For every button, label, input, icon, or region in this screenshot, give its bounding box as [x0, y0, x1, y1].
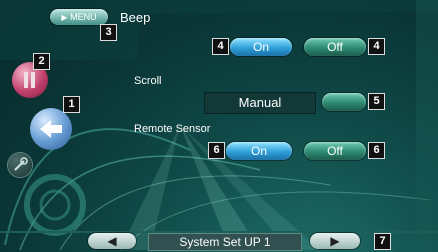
remote-sensor-off-button[interactable]: Off [304, 142, 366, 160]
footer-title-bar: System Set UP 1 [148, 233, 302, 251]
scroll-title: Scroll [134, 75, 162, 87]
callout-1: 1 [63, 96, 80, 113]
remote-sensor-title: Remote Sensor [134, 123, 211, 135]
callout-4-off: 4 [368, 38, 385, 55]
callout-2: 2 [33, 53, 50, 70]
callout-7: 7 [374, 233, 391, 250]
footer-title: System Set UP 1 [179, 235, 271, 249]
return-arrow-icon [40, 120, 62, 138]
scroll-toggle-button[interactable] [322, 93, 366, 111]
callout-3: 3 [100, 24, 117, 41]
callout-6-off: 6 [368, 142, 385, 159]
next-page-button[interactable]: ▶ [310, 233, 360, 249]
system-setup-screen: ▶ MENU 3 2 1 Beep 4 On Off 4 Scroll Manu… [0, 0, 438, 252]
menu-button[interactable]: ▶ MENU [50, 9, 108, 25]
remote-sensor-on-button[interactable]: On [226, 142, 292, 160]
tool-button[interactable] [8, 153, 32, 177]
callout-4-on: 4 [212, 38, 229, 55]
callout-6-on: 6 [208, 142, 225, 159]
beep-on-button[interactable]: On [230, 38, 292, 56]
return-button[interactable] [30, 108, 72, 150]
callout-5: 5 [368, 93, 385, 110]
left-triangle-icon: ◀ [107, 234, 117, 248]
beep-title: Beep [120, 10, 151, 25]
play-triangle-icon: ▶ [61, 13, 68, 22]
wrench-icon [14, 157, 28, 171]
right-triangle-icon: ▶ [330, 234, 340, 248]
beep-off-button[interactable]: Off [304, 38, 366, 56]
scroll-value-box: Manual [204, 92, 316, 114]
scroll-value: Manual [238, 95, 282, 110]
previous-page-button[interactable]: ◀ [88, 233, 136, 249]
menu-button-label: MENU [70, 12, 97, 22]
